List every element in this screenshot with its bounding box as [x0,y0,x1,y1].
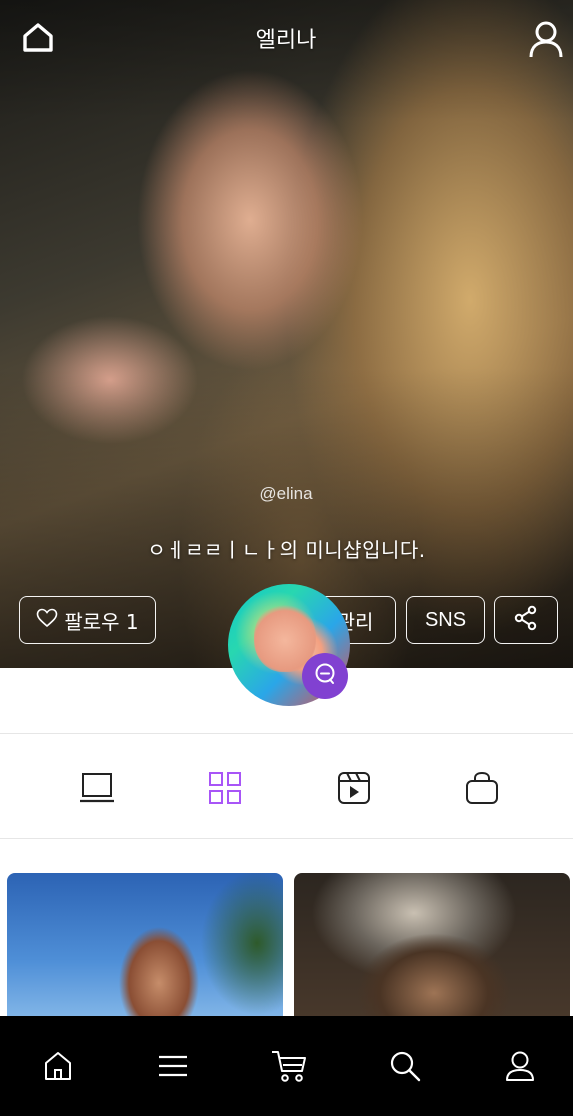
tab-grid[interactable] [201,766,249,814]
nav-search[interactable] [385,1048,425,1088]
user-icon [505,1050,535,1086]
shop-intro: ㅇㅔㄹㄹㅣㄴㅏ의 미니샵입니다. [147,538,426,562]
chat-button[interactable] [302,653,348,699]
monitor-icon [79,771,115,809]
nav-cart[interactable] [269,1048,309,1088]
home-icon[interactable] [18,18,58,58]
nav-profile[interactable] [500,1048,540,1088]
follow-label: 팔로우 1 [64,609,139,634]
profile-handle: @elina [259,484,313,503]
menu-icon [158,1054,188,1082]
search-icon [389,1050,421,1086]
chat-icon [312,661,338,691]
share-button[interactable] [494,596,558,644]
sns-label: SNS [424,608,467,631]
grid-icon [208,771,242,809]
share-icon [513,605,539,636]
home-icon [43,1050,73,1086]
nav-home[interactable] [38,1048,78,1088]
post-card[interactable] [7,873,283,1033]
tab-shop[interactable] [458,766,506,814]
post-card[interactable] [294,873,570,1033]
divider-top [0,733,573,734]
sns-button[interactable]: SNS [406,596,485,644]
cart-icon [271,1049,307,1087]
heart-icon [36,608,58,633]
top-bar: 엘리나 [0,0,573,78]
bag-icon [465,771,499,809]
video-icon [337,771,371,809]
divider-bottom [0,838,573,839]
profile-hero [0,0,573,668]
tab-live[interactable] [73,766,121,814]
nav-menu[interactable] [153,1048,193,1088]
shop-title: 엘리나 [255,28,317,53]
follow-button[interactable]: 팔로우 1 [19,596,156,644]
hero-overlay [0,0,573,668]
user-icon[interactable] [525,18,567,60]
tab-video[interactable] [330,766,378,814]
